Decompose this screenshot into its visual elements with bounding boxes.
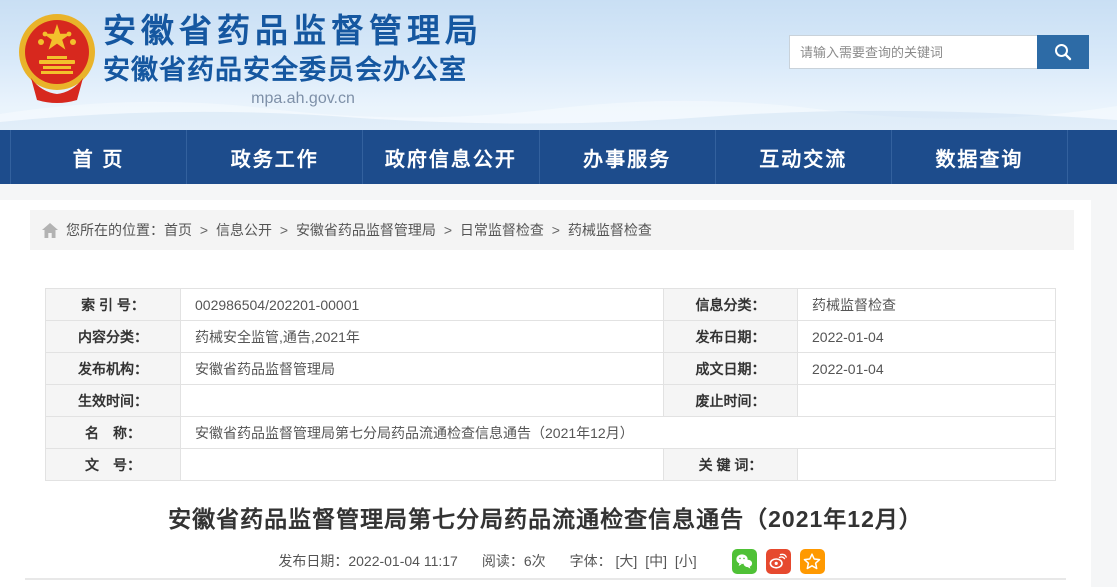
- effective-time-label: 生效时间：: [46, 385, 181, 417]
- article-publish-date: 发布日期：2022-01-04 11:17: [278, 551, 458, 571]
- breadcrumb: 您所在的位置： 首页 > 信息公开 > 安徽省药品监督管理局 > 日常监督检查 …: [30, 210, 1074, 250]
- written-date-label: 成文日期：: [664, 353, 798, 385]
- info-category-label: 信息分类：: [664, 289, 798, 321]
- search-input[interactable]: [789, 35, 1037, 69]
- keywords-label: 关 键 词：: [664, 449, 798, 481]
- document-info-table: 索 引 号： 002986504/202201-00001 信息分类： 药械监督…: [45, 288, 1056, 481]
- share-buttons: [723, 549, 825, 574]
- nav-item-interaction[interactable]: 互动交流: [716, 130, 892, 184]
- share-wechat-button[interactable]: [732, 549, 757, 574]
- breadcrumb-item-info-disclosure[interactable]: 信息公开: [216, 220, 272, 240]
- article-meta: 发布日期：2022-01-04 11:17 阅读：6次 字体： [大] [中] …: [0, 548, 1091, 574]
- content-divider: [25, 578, 1066, 580]
- issuing-agency-value: 安徽省药品监督管理局: [181, 353, 664, 385]
- repeal-time-label: 废止时间：: [664, 385, 798, 417]
- site-title-main: 安徽省药品监督管理局: [103, 10, 583, 52]
- content-category-value: 药械安全监管,通告,2021年: [181, 321, 664, 353]
- home-icon: [42, 223, 58, 238]
- breadcrumb-item-agency[interactable]: 安徽省药品监督管理局: [296, 220, 436, 240]
- table-row: 内容分类： 药械安全监管,通告,2021年 发布日期： 2022-01-04: [46, 321, 1056, 353]
- written-date-value: 2022-01-04: [798, 353, 1056, 385]
- table-row: 生效时间： 废止时间：: [46, 385, 1056, 417]
- search-icon: [1053, 42, 1073, 62]
- issuing-agency-label: 发布机构：: [46, 353, 181, 385]
- article-title: 安徽省药品监督管理局第七分局药品流通检查信息通告（2021年12月）: [0, 500, 1091, 534]
- national-emblem-logo: [17, 8, 97, 104]
- publish-date-value: 2022-01-04: [798, 321, 1056, 353]
- site-search: [789, 35, 1089, 69]
- document-number-value: [181, 449, 664, 481]
- table-row: 文 号： 关 键 词：: [46, 449, 1056, 481]
- publish-date-label: 发布日期：: [664, 321, 798, 353]
- font-size-controls: 字体： [大] [中] [小]: [570, 551, 701, 571]
- keywords-value: [798, 449, 1056, 481]
- document-number-label: 文 号：: [46, 449, 181, 481]
- nav-item-data-query[interactable]: 数据查询: [892, 130, 1067, 184]
- font-size-medium-button[interactable]: [中]: [645, 553, 667, 569]
- nav-item-government-work[interactable]: 政务工作: [187, 130, 363, 184]
- weibo-icon: [769, 553, 787, 569]
- table-row: 名 称： 安徽省药品监督管理局第七分局药品流通检查信息通告（2021年12月）: [46, 417, 1056, 449]
- nav-item-home[interactable]: 首 页: [11, 130, 187, 184]
- font-size-label: 字体：: [570, 553, 612, 569]
- share-weibo-button[interactable]: [766, 549, 791, 574]
- repeal-time-value: [798, 385, 1056, 417]
- nav-item-info-disclosure[interactable]: 政府信息公开: [363, 130, 539, 184]
- content-card: 您所在的位置： 首页 > 信息公开 > 安徽省药品监督管理局 > 日常监督检查 …: [0, 200, 1091, 587]
- site-title-sub: 安徽省药品安全委员会办公室: [103, 52, 583, 88]
- index-number-label: 索 引 号：: [46, 289, 181, 321]
- font-size-small-button[interactable]: [小]: [675, 553, 697, 569]
- content-category-label: 内容分类：: [46, 321, 181, 353]
- breadcrumb-item-daily-inspection[interactable]: 日常监督检查: [460, 220, 544, 240]
- site-header: 安徽省药品监督管理局 安徽省药品安全委员会办公室 mpa.ah.gov.cn: [0, 0, 1117, 130]
- document-name-label: 名 称：: [46, 417, 181, 449]
- document-name-value: 安徽省药品监督管理局第七分局药品流通检查信息通告（2021年12月）: [181, 417, 1056, 449]
- nav-item-services[interactable]: 办事服务: [540, 130, 716, 184]
- wechat-icon: [735, 553, 753, 569]
- table-row: 发布机构： 安徽省药品监督管理局 成文日期： 2022-01-04: [46, 353, 1056, 385]
- main-nav: 首 页 政务工作 政府信息公开 办事服务 互动交流 数据查询: [0, 130, 1117, 184]
- info-category-value: 药械监督检查: [798, 289, 1056, 321]
- breadcrumb-prefix: 您所在的位置：: [66, 220, 164, 240]
- index-number-value: 002986504/202201-00001: [181, 289, 664, 321]
- search-button[interactable]: [1037, 35, 1089, 69]
- favorite-star-button[interactable]: [800, 549, 825, 574]
- breadcrumb-item-home[interactable]: 首页: [164, 220, 192, 240]
- breadcrumb-item-device-inspection[interactable]: 药械监督检查: [568, 220, 652, 240]
- article-view-count: 阅读：6次: [482, 551, 546, 571]
- effective-time-value: [181, 385, 664, 417]
- star-icon: [803, 553, 821, 570]
- site-url: mpa.ah.gov.cn: [103, 90, 503, 108]
- font-size-large-button[interactable]: [大]: [616, 553, 638, 569]
- table-row: 索 引 号： 002986504/202201-00001 信息分类： 药械监督…: [46, 289, 1056, 321]
